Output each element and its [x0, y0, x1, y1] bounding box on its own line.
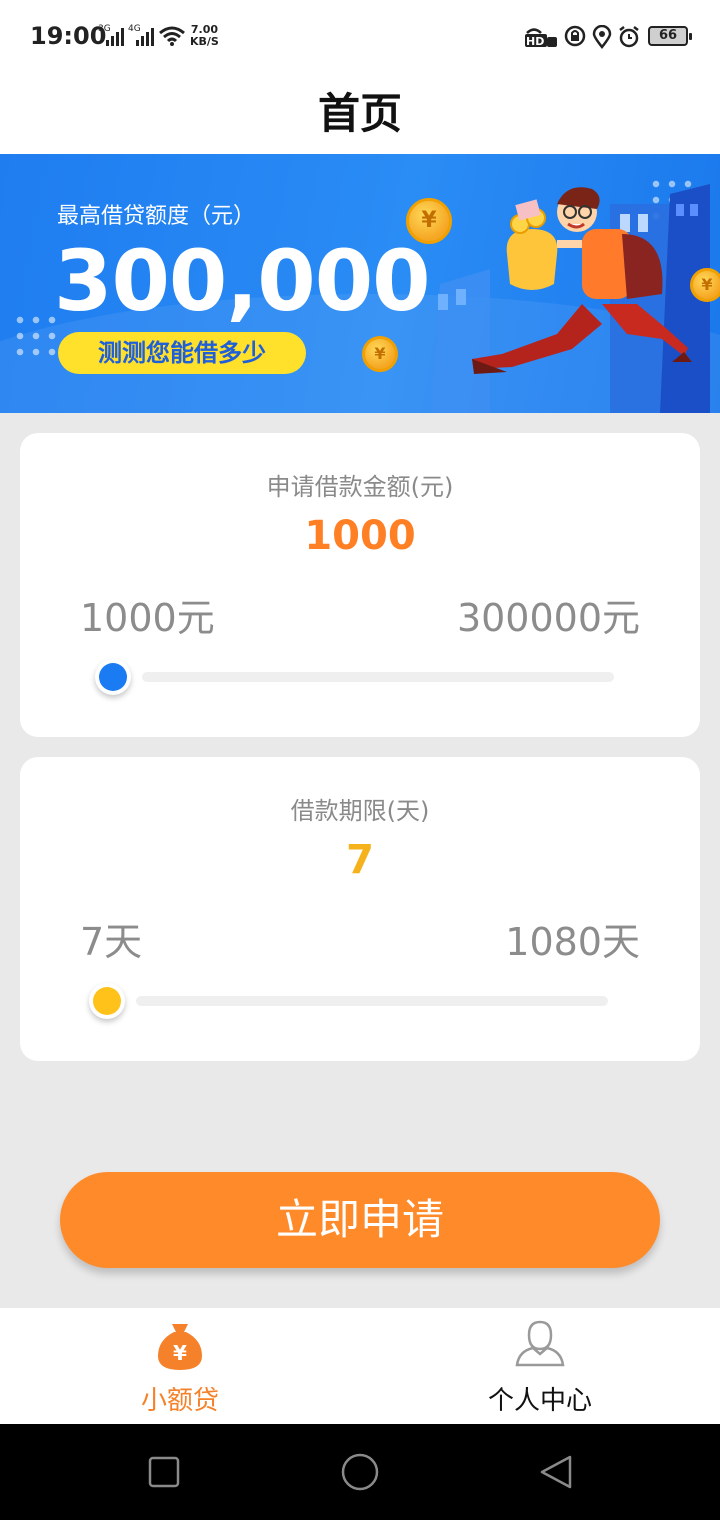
coin-symbol: ¥ — [374, 344, 386, 363]
tab-small-loan-label: 小额贷 — [140, 1386, 219, 1416]
loan-amount-slider-track[interactable] — [142, 672, 614, 682]
loan-amount-label: 申请借款金额(元) — [266, 473, 454, 501]
banner-cta-button[interactable]: 测测您能借多少 — [58, 332, 306, 374]
hd-call-icon: HD — [525, 28, 557, 48]
loan-amount-card: 申请借款金额(元) 1000 1000元 300000元 — [20, 433, 700, 737]
signal-3g-icon: 3G — [98, 24, 124, 46]
triangle-back-icon[interactable] — [538, 1454, 574, 1490]
signal-4g-icon: 4G — [128, 24, 154, 46]
loan-amount-value: 1000 — [304, 513, 416, 559]
hd-label: HD — [526, 35, 544, 48]
system-navigation-bar — [0, 1424, 720, 1520]
loan-term-min: 7天 — [80, 920, 143, 964]
circle-home-icon[interactable] — [340, 1452, 380, 1492]
tab-personal-center-label: 个人中心 — [487, 1386, 592, 1416]
bottom-tab-bar: ¥ 小额贷 个人中心 — [0, 1308, 720, 1424]
loan-amount-min: 1000元 — [80, 596, 215, 640]
signal-4g-label: 4G — [128, 24, 141, 34]
header: 首页 — [0, 70, 720, 154]
svg-text:¥: ¥ — [173, 1341, 187, 1365]
coin-symbol: ¥ — [421, 208, 437, 233]
decorative-dots — [12, 312, 60, 360]
money-bag-icon: ¥ — [158, 1324, 202, 1370]
user-icon — [515, 1320, 565, 1367]
coin-symbol: ¥ — [701, 275, 713, 294]
banner-subtitle: 最高借贷额度（元） — [57, 204, 256, 229]
rotation-lock-icon — [564, 25, 586, 47]
wifi-icon — [159, 26, 185, 46]
coin-icon: ¥ — [406, 198, 452, 244]
network-speed: 7.00 KB/S — [190, 24, 219, 48]
tab-small-loan[interactable]: ¥ 小额贷 — [0, 1308, 360, 1424]
promo-banner[interactable]: 最高借贷额度（元） 300,000 测测您能借多少 ¥ ¥ ¥ — [0, 154, 720, 413]
coin-icon: ¥ — [690, 268, 720, 302]
loan-term-label: 借款期限(天) — [290, 797, 430, 825]
battery-icon: 66 — [648, 26, 692, 46]
banner-max-amount: 300,000 — [54, 232, 431, 330]
location-icon — [592, 25, 612, 49]
status-time: 19:00 — [30, 22, 107, 50]
loan-term-slider-handle[interactable] — [89, 983, 125, 1019]
signal-3g-label: 3G — [98, 24, 111, 34]
loan-amount-max: 300000元 — [456, 596, 640, 640]
page-title: 首页 — [317, 89, 402, 138]
square-recent-icon[interactable] — [148, 1456, 180, 1488]
alarm-icon — [619, 26, 639, 48]
loan-term-slider-track[interactable] — [136, 996, 608, 1006]
tab-personal-center[interactable]: 个人中心 — [360, 1308, 720, 1424]
loan-amount-slider-handle[interactable] — [95, 659, 131, 695]
speed-unit: KB/S — [190, 35, 219, 48]
status-bar: 19:00 3G 4G 7.00 KB/S HD 66 — [0, 0, 720, 70]
loan-term-card: 借款期限(天) 7 7天 1080天 — [20, 757, 700, 1061]
coin-icon: ¥ — [362, 336, 398, 372]
loan-term-max: 1080天 — [505, 920, 640, 964]
apply-now-button[interactable]: 立即申请 — [60, 1172, 660, 1268]
loan-term-value: 7 — [346, 837, 374, 883]
running-man-illustration — [472, 187, 692, 374]
